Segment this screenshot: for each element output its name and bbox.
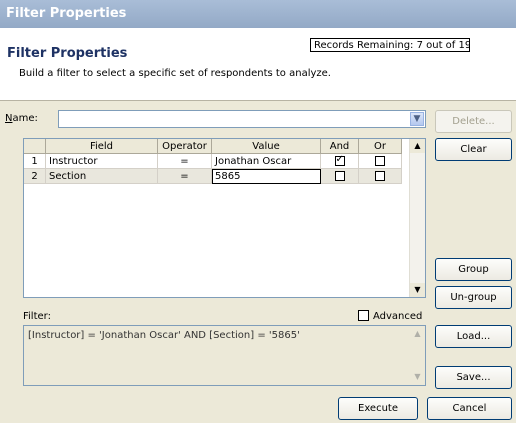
and-checkbox[interactable] <box>334 170 345 181</box>
header-title: Filter Properties <box>7 46 128 61</box>
table-row[interactable]: 2 Section = 5865 <box>24 168 402 184</box>
scroll-down-icon[interactable]: ▼ <box>410 283 425 297</box>
or-cell[interactable] <box>358 168 402 184</box>
row-number: 2 <box>24 168 46 184</box>
group-button[interactable]: Group <box>435 258 512 281</box>
filter-label: Filter: <box>23 311 51 322</box>
records-remaining-badge: Records Remaining: 7 out of 19 <box>310 38 470 52</box>
execute-button-label: Execute <box>358 403 398 414</box>
advanced-checkbox[interactable] <box>358 310 369 321</box>
header-panel: Filter Properties Build a filter to sele… <box>0 28 516 101</box>
save-button[interactable]: Save... <box>435 366 512 389</box>
and-cell[interactable] <box>320 153 359 169</box>
or-checkbox[interactable] <box>375 155 385 166</box>
group-button-label: Group <box>458 264 489 275</box>
clear-button[interactable]: Clear <box>435 138 512 161</box>
scroll-down-icon[interactable]: ▼ <box>410 370 425 384</box>
field-cell[interactable]: Instructor <box>45 153 158 169</box>
advanced-label[interactable]: Advanced <box>373 311 422 322</box>
column-header-field[interactable]: Field <box>45 139 158 154</box>
execute-button[interactable]: Execute <box>338 397 418 420</box>
delete-button[interactable]: Delete... <box>435 110 512 133</box>
row-number-header <box>24 139 46 154</box>
name-combo[interactable]: ▼ <box>58 110 426 128</box>
save-button-label: Save... <box>456 372 491 383</box>
filter-expression-box[interactable]: [Instructor] = 'Jonathan Oscar' AND [Sec… <box>23 325 426 386</box>
row-number: 1 <box>24 153 46 169</box>
cancel-button[interactable]: Cancel <box>427 397 512 420</box>
grid-scrollbar[interactable]: ▲ ▼ <box>409 139 425 297</box>
clear-button-label: Clear <box>460 144 487 155</box>
filter-expression: [Instructor] = 'Jonathan Oscar' AND [Sec… <box>28 330 300 341</box>
table-row[interactable]: 1 Instructor = Jonathan Oscar <box>24 153 402 169</box>
filter-scrollbar[interactable]: ▲ ▼ <box>410 326 425 385</box>
column-header-and[interactable]: And <box>320 139 359 154</box>
ungroup-button[interactable]: Un-group <box>435 286 512 309</box>
column-header-value[interactable]: Value <box>211 139 321 154</box>
or-checkbox[interactable] <box>375 170 385 181</box>
name-label: Name: <box>5 113 38 124</box>
scroll-up-icon[interactable]: ▲ <box>410 139 425 153</box>
column-header-or[interactable]: Or <box>358 139 402 154</box>
ungroup-button-label: Un-group <box>450 292 497 303</box>
chevron-down-icon[interactable]: ▼ <box>410 112 424 126</box>
filter-properties-dialog: Filter Properties Filter Properties Buil… <box>0 0 516 423</box>
column-header-operator[interactable]: Operator <box>157 139 212 154</box>
and-checkbox[interactable] <box>334 154 345 166</box>
filter-grid[interactable]: Field Operator Value And Or 1 Instructor… <box>23 138 426 298</box>
title-bar: Filter Properties <box>0 0 516 28</box>
field-cell[interactable]: Section <box>45 168 158 184</box>
scroll-up-icon[interactable]: ▲ <box>410 327 425 341</box>
or-cell[interactable] <box>358 153 402 169</box>
header-subtitle: Build a filter to select a specific set … <box>19 68 331 79</box>
operator-cell[interactable]: = <box>157 168 212 184</box>
value-cell[interactable]: 5865 <box>211 168 321 184</box>
cancel-button-label: Cancel <box>452 403 487 414</box>
load-button-label: Load... <box>456 331 491 342</box>
delete-button-label: Delete... <box>452 116 495 127</box>
value-cell[interactable]: Jonathan Oscar <box>211 153 321 169</box>
operator-cell[interactable]: = <box>157 153 212 169</box>
and-cell[interactable] <box>320 168 359 184</box>
load-button[interactable]: Load... <box>435 325 512 348</box>
